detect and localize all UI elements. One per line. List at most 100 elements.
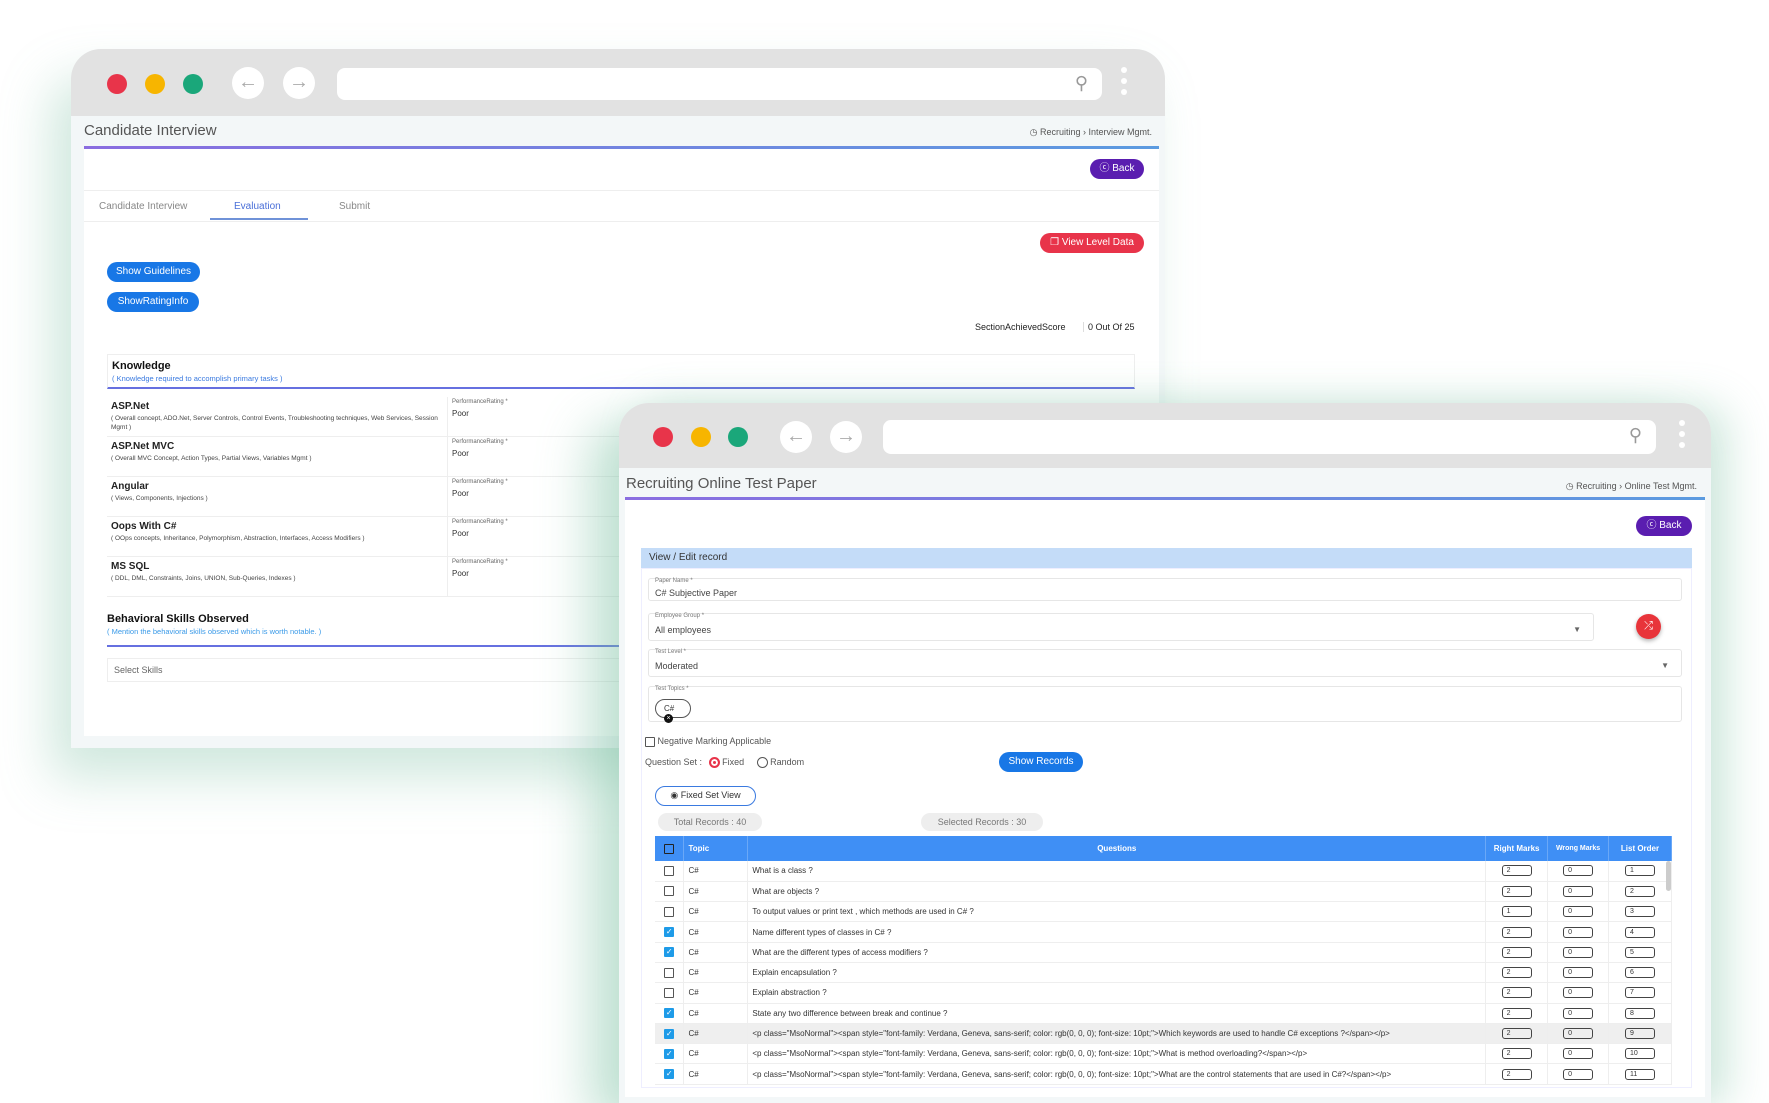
performance-rating-select[interactable]: Poor bbox=[452, 409, 469, 418]
close-dot[interactable] bbox=[653, 427, 673, 447]
right-marks-input[interactable]: 2 bbox=[1501, 926, 1532, 938]
table-row[interactable]: ✓ C# State any two difference between br… bbox=[655, 1003, 1672, 1024]
forward-arrow-icon[interactable]: → bbox=[830, 421, 862, 453]
show-guidelines-button[interactable]: Show Guidelines bbox=[107, 262, 200, 282]
right-marks-input[interactable]: 2 bbox=[1501, 1048, 1532, 1060]
view-level-data-button[interactable]: ❐ View Level Data bbox=[1040, 233, 1144, 253]
list-order-input[interactable]: 6 bbox=[1625, 967, 1656, 979]
right-marks-input[interactable]: 2 bbox=[1501, 885, 1532, 897]
list-order-input[interactable]: 8 bbox=[1625, 1007, 1656, 1019]
wrong-marks-input[interactable]: 0 bbox=[1563, 926, 1594, 938]
breadcrumb-current[interactable]: Online Test Mgmt. bbox=[1625, 481, 1697, 491]
table-row[interactable]: ✓ C# Name different types of classes in … bbox=[655, 921, 1672, 943]
back-arrow-icon[interactable]: ← bbox=[232, 67, 264, 99]
row-checkbox[interactable] bbox=[664, 967, 675, 978]
remove-chip-icon[interactable]: × bbox=[664, 714, 673, 723]
show-rating-info-button[interactable]: ShowRatingInfo bbox=[107, 292, 199, 312]
performance-rating-select[interactable]: Poor bbox=[452, 529, 469, 538]
right-marks-input[interactable]: 2 bbox=[1501, 865, 1532, 877]
address-bar[interactable]: ⚲ bbox=[883, 420, 1656, 454]
table-row[interactable]: C# To output values or print text , whic… bbox=[655, 901, 1672, 923]
wrong-marks-input[interactable]: 0 bbox=[1563, 906, 1594, 918]
right-marks-input[interactable]: 2 bbox=[1501, 987, 1532, 999]
row-checkbox[interactable] bbox=[664, 906, 675, 917]
test-level-select[interactable]: Test Level * Moderated ▼ bbox=[648, 649, 1682, 677]
tab-submit[interactable]: Submit bbox=[339, 201, 370, 212]
wrong-marks-input[interactable]: 0 bbox=[1563, 885, 1594, 897]
show-records-button[interactable]: Show Records bbox=[999, 752, 1083, 772]
row-checkbox[interactable]: ✓ bbox=[664, 1008, 675, 1019]
tab-candidate-interview[interactable]: Candidate Interview bbox=[99, 201, 187, 212]
table-row[interactable]: ✓ C# <p class="MsoNormal"><span style="f… bbox=[655, 1063, 1672, 1085]
row-checkbox[interactable]: ✓ bbox=[664, 1069, 675, 1080]
row-checkbox[interactable]: ✓ bbox=[664, 1048, 675, 1059]
right-marks-input[interactable]: 2 bbox=[1501, 946, 1532, 958]
row-checkbox[interactable]: ✓ bbox=[664, 927, 675, 938]
kebab-menu-icon[interactable] bbox=[1121, 67, 1127, 100]
address-bar[interactable]: ⚲ bbox=[337, 68, 1102, 100]
performance-rating-select[interactable]: Poor bbox=[452, 569, 469, 578]
fixed-set-view-button[interactable]: ◉ Fixed Set View bbox=[655, 786, 756, 806]
forward-arrow-icon[interactable]: → bbox=[283, 67, 315, 99]
list-order-input[interactable]: 3 bbox=[1625, 906, 1656, 918]
tab-evaluation[interactable]: Evaluation bbox=[234, 201, 281, 212]
list-order-input[interactable]: 4 bbox=[1625, 926, 1656, 938]
back-button[interactable]: ⓒ Back bbox=[1090, 159, 1144, 179]
table-row[interactable]: C# What are objects ? 2 0 2 bbox=[655, 881, 1672, 903]
wrong-marks-input[interactable]: 0 bbox=[1563, 1068, 1594, 1080]
right-marks-input[interactable]: 2 bbox=[1501, 1068, 1532, 1080]
radio-random[interactable] bbox=[756, 757, 768, 769]
kebab-menu-icon[interactable] bbox=[1679, 420, 1685, 453]
breadcrumb-current[interactable]: Interview Mgmt. bbox=[1088, 127, 1152, 137]
table-row[interactable]: C# What is a class ? 2 0 1 bbox=[655, 861, 1672, 882]
wrong-marks-input[interactable]: 0 bbox=[1563, 946, 1594, 958]
shuffle-button[interactable]: ⤮ bbox=[1636, 614, 1661, 639]
breadcrumb-recruiting[interactable]: Recruiting bbox=[1040, 127, 1081, 137]
wrong-marks-input[interactable]: 0 bbox=[1563, 967, 1594, 979]
right-marks-input[interactable]: 2 bbox=[1501, 967, 1532, 979]
row-checkbox[interactable] bbox=[664, 886, 675, 897]
table-scrollbar[interactable] bbox=[1666, 861, 1671, 891]
table-row[interactable]: ✓ C# <p class="MsoNormal"><span style="f… bbox=[655, 1043, 1672, 1065]
minimize-dot[interactable] bbox=[691, 427, 711, 447]
back-button[interactable]: ⓒ Back bbox=[1636, 516, 1692, 536]
minimize-dot[interactable] bbox=[145, 74, 165, 94]
maximize-dot[interactable] bbox=[728, 427, 748, 447]
radio-fixed[interactable] bbox=[708, 757, 720, 769]
close-dot[interactable] bbox=[107, 74, 127, 94]
performance-rating-select[interactable]: Poor bbox=[452, 449, 469, 458]
list-order-input[interactable]: 7 bbox=[1625, 987, 1656, 999]
list-order-input[interactable]: 1 bbox=[1625, 865, 1656, 877]
test-topics-field[interactable]: Test Topics * C# × bbox=[648, 686, 1682, 723]
negative-marking-checkbox[interactable]: Negative Marking Applicable bbox=[645, 736, 771, 747]
row-checkbox[interactable]: ✓ bbox=[664, 1028, 675, 1039]
list-order-input[interactable]: 11 bbox=[1625, 1068, 1656, 1080]
table-row[interactable]: ✓ C# What are the different types of acc… bbox=[655, 942, 1672, 963]
table-row[interactable]: ✓ C# <p class="MsoNormal"><span style="f… bbox=[655, 1023, 1672, 1045]
right-marks-input[interactable]: 2 bbox=[1501, 1028, 1532, 1040]
right-marks-input[interactable]: 2 bbox=[1501, 1007, 1532, 1019]
row-checkbox[interactable] bbox=[664, 987, 675, 998]
wrong-marks-input[interactable]: 0 bbox=[1563, 1048, 1594, 1060]
maximize-dot[interactable] bbox=[183, 74, 203, 94]
select-all-checkbox[interactable] bbox=[664, 843, 675, 854]
employee-group-select[interactable]: Employee Group * All employees ▼ bbox=[648, 613, 1594, 641]
performance-rating-select[interactable]: Poor bbox=[452, 489, 469, 498]
table-row[interactable]: C# Explain abstraction ? 2 0 7 bbox=[655, 982, 1672, 1004]
wrong-marks-input[interactable]: 0 bbox=[1563, 987, 1594, 999]
question-cell: What are objects ? bbox=[747, 881, 1487, 903]
paper-name-field[interactable]: Paper Name * C# Subjective Paper bbox=[648, 578, 1682, 601]
row-checkbox[interactable]: ✓ bbox=[664, 947, 675, 958]
breadcrumb-recruiting[interactable]: Recruiting bbox=[1576, 481, 1617, 491]
wrong-marks-input[interactable]: 0 bbox=[1563, 865, 1594, 877]
row-checkbox[interactable] bbox=[664, 865, 675, 876]
list-order-input[interactable]: 2 bbox=[1625, 885, 1656, 897]
list-order-input[interactable]: 9 bbox=[1625, 1028, 1656, 1040]
list-order-input[interactable]: 10 bbox=[1625, 1048, 1656, 1060]
list-order-input[interactable]: 5 bbox=[1625, 946, 1656, 958]
table-row[interactable]: C# Explain encapsulation ? 2 0 6 bbox=[655, 962, 1672, 984]
right-marks-input[interactable]: 1 bbox=[1501, 906, 1532, 918]
wrong-marks-input[interactable]: 0 bbox=[1563, 1028, 1594, 1040]
wrong-marks-input[interactable]: 0 bbox=[1563, 1007, 1594, 1019]
back-arrow-icon[interactable]: ← bbox=[780, 421, 812, 453]
